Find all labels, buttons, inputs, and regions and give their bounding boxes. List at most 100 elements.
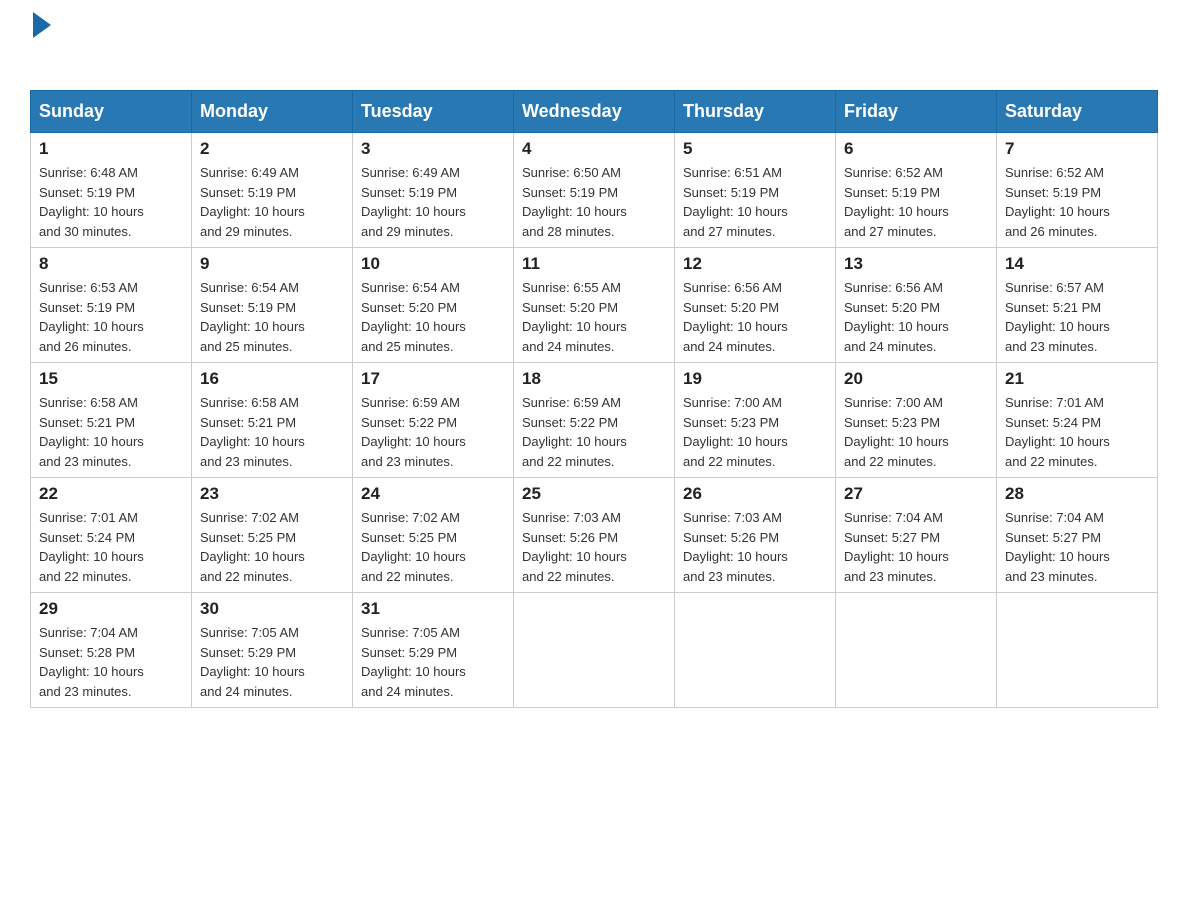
day-info: Sunrise: 7:03 AM Sunset: 5:26 PM Dayligh…: [522, 508, 666, 586]
day-number: 15: [39, 369, 183, 389]
day-info: Sunrise: 7:01 AM Sunset: 5:24 PM Dayligh…: [39, 508, 183, 586]
calendar-cell: 24 Sunrise: 7:02 AM Sunset: 5:25 PM Dayl…: [353, 478, 514, 593]
column-header-saturday: Saturday: [997, 91, 1158, 133]
calendar-cell: 30 Sunrise: 7:05 AM Sunset: 5:29 PM Dayl…: [192, 593, 353, 708]
day-number: 3: [361, 139, 505, 159]
day-info: Sunrise: 7:01 AM Sunset: 5:24 PM Dayligh…: [1005, 393, 1149, 471]
column-header-monday: Monday: [192, 91, 353, 133]
day-number: 17: [361, 369, 505, 389]
day-number: 23: [200, 484, 344, 504]
calendar-cell: 1 Sunrise: 6:48 AM Sunset: 5:19 PM Dayli…: [31, 133, 192, 248]
day-number: 28: [1005, 484, 1149, 504]
day-info: Sunrise: 7:04 AM Sunset: 5:27 PM Dayligh…: [844, 508, 988, 586]
day-info: Sunrise: 6:48 AM Sunset: 5:19 PM Dayligh…: [39, 163, 183, 241]
day-number: 19: [683, 369, 827, 389]
calendar-cell: [514, 593, 675, 708]
calendar-cell: 11 Sunrise: 6:55 AM Sunset: 5:20 PM Dayl…: [514, 248, 675, 363]
day-number: 1: [39, 139, 183, 159]
day-info: Sunrise: 6:51 AM Sunset: 5:19 PM Dayligh…: [683, 163, 827, 241]
day-number: 4: [522, 139, 666, 159]
calendar-cell: 5 Sunrise: 6:51 AM Sunset: 5:19 PM Dayli…: [675, 133, 836, 248]
day-info: Sunrise: 6:59 AM Sunset: 5:22 PM Dayligh…: [361, 393, 505, 471]
calendar-cell: 17 Sunrise: 6:59 AM Sunset: 5:22 PM Dayl…: [353, 363, 514, 478]
calendar-week-3: 15 Sunrise: 6:58 AM Sunset: 5:21 PM Dayl…: [31, 363, 1158, 478]
day-info: Sunrise: 7:04 AM Sunset: 5:28 PM Dayligh…: [39, 623, 183, 701]
column-header-friday: Friday: [836, 91, 997, 133]
logo-triangle-icon: [33, 12, 51, 38]
column-header-tuesday: Tuesday: [353, 91, 514, 133]
day-info: Sunrise: 7:05 AM Sunset: 5:29 PM Dayligh…: [361, 623, 505, 701]
day-info: Sunrise: 6:59 AM Sunset: 5:22 PM Dayligh…: [522, 393, 666, 471]
calendar-cell: 13 Sunrise: 6:56 AM Sunset: 5:20 PM Dayl…: [836, 248, 997, 363]
day-info: Sunrise: 6:49 AM Sunset: 5:19 PM Dayligh…: [200, 163, 344, 241]
calendar-cell: [836, 593, 997, 708]
day-info: Sunrise: 7:02 AM Sunset: 5:25 PM Dayligh…: [361, 508, 505, 586]
day-info: Sunrise: 6:58 AM Sunset: 5:21 PM Dayligh…: [200, 393, 344, 471]
day-number: 7: [1005, 139, 1149, 159]
day-info: Sunrise: 7:02 AM Sunset: 5:25 PM Dayligh…: [200, 508, 344, 586]
column-header-thursday: Thursday: [675, 91, 836, 133]
day-info: Sunrise: 7:04 AM Sunset: 5:27 PM Dayligh…: [1005, 508, 1149, 586]
day-info: Sunrise: 6:50 AM Sunset: 5:19 PM Dayligh…: [522, 163, 666, 241]
day-info: Sunrise: 7:03 AM Sunset: 5:26 PM Dayligh…: [683, 508, 827, 586]
day-number: 16: [200, 369, 344, 389]
day-number: 13: [844, 254, 988, 274]
calendar-cell: 2 Sunrise: 6:49 AM Sunset: 5:19 PM Dayli…: [192, 133, 353, 248]
calendar-cell: 21 Sunrise: 7:01 AM Sunset: 5:24 PM Dayl…: [997, 363, 1158, 478]
day-number: 10: [361, 254, 505, 274]
calendar-cell: 3 Sunrise: 6:49 AM Sunset: 5:19 PM Dayli…: [353, 133, 514, 248]
calendar-cell: [997, 593, 1158, 708]
calendar-cell: 23 Sunrise: 7:02 AM Sunset: 5:25 PM Dayl…: [192, 478, 353, 593]
day-number: 12: [683, 254, 827, 274]
calendar-week-5: 29 Sunrise: 7:04 AM Sunset: 5:28 PM Dayl…: [31, 593, 1158, 708]
day-info: Sunrise: 6:49 AM Sunset: 5:19 PM Dayligh…: [361, 163, 505, 241]
calendar-cell: 28 Sunrise: 7:04 AM Sunset: 5:27 PM Dayl…: [997, 478, 1158, 593]
day-number: 30: [200, 599, 344, 619]
calendar-week-1: 1 Sunrise: 6:48 AM Sunset: 5:19 PM Dayli…: [31, 133, 1158, 248]
calendar-cell: 27 Sunrise: 7:04 AM Sunset: 5:27 PM Dayl…: [836, 478, 997, 593]
day-info: Sunrise: 7:00 AM Sunset: 5:23 PM Dayligh…: [683, 393, 827, 471]
day-number: 26: [683, 484, 827, 504]
calendar-cell: [675, 593, 836, 708]
day-number: 8: [39, 254, 183, 274]
day-number: 25: [522, 484, 666, 504]
calendar-week-4: 22 Sunrise: 7:01 AM Sunset: 5:24 PM Dayl…: [31, 478, 1158, 593]
day-info: Sunrise: 6:53 AM Sunset: 5:19 PM Dayligh…: [39, 278, 183, 356]
column-header-wednesday: Wednesday: [514, 91, 675, 133]
calendar-cell: 16 Sunrise: 6:58 AM Sunset: 5:21 PM Dayl…: [192, 363, 353, 478]
calendar-cell: 14 Sunrise: 6:57 AM Sunset: 5:21 PM Dayl…: [997, 248, 1158, 363]
calendar-cell: 29 Sunrise: 7:04 AM Sunset: 5:28 PM Dayl…: [31, 593, 192, 708]
day-number: 11: [522, 254, 666, 274]
calendar-cell: 6 Sunrise: 6:52 AM Sunset: 5:19 PM Dayli…: [836, 133, 997, 248]
calendar-table: SundayMondayTuesdayWednesdayThursdayFrid…: [30, 90, 1158, 708]
day-number: 31: [361, 599, 505, 619]
calendar-cell: 20 Sunrise: 7:00 AM Sunset: 5:23 PM Dayl…: [836, 363, 997, 478]
day-number: 27: [844, 484, 988, 504]
day-info: Sunrise: 6:57 AM Sunset: 5:21 PM Dayligh…: [1005, 278, 1149, 356]
calendar-cell: 4 Sunrise: 6:50 AM Sunset: 5:19 PM Dayli…: [514, 133, 675, 248]
day-number: 5: [683, 139, 827, 159]
calendar-header-row: SundayMondayTuesdayWednesdayThursdayFrid…: [31, 91, 1158, 133]
calendar-cell: 31 Sunrise: 7:05 AM Sunset: 5:29 PM Dayl…: [353, 593, 514, 708]
day-info: Sunrise: 6:56 AM Sunset: 5:20 PM Dayligh…: [683, 278, 827, 356]
calendar-cell: 18 Sunrise: 6:59 AM Sunset: 5:22 PM Dayl…: [514, 363, 675, 478]
calendar-cell: 26 Sunrise: 7:03 AM Sunset: 5:26 PM Dayl…: [675, 478, 836, 593]
column-header-sunday: Sunday: [31, 91, 192, 133]
calendar-cell: 7 Sunrise: 6:52 AM Sunset: 5:19 PM Dayli…: [997, 133, 1158, 248]
day-number: 21: [1005, 369, 1149, 389]
day-number: 18: [522, 369, 666, 389]
calendar-cell: 10 Sunrise: 6:54 AM Sunset: 5:20 PM Dayl…: [353, 248, 514, 363]
day-number: 14: [1005, 254, 1149, 274]
day-info: Sunrise: 6:58 AM Sunset: 5:21 PM Dayligh…: [39, 393, 183, 471]
day-info: Sunrise: 6:56 AM Sunset: 5:20 PM Dayligh…: [844, 278, 988, 356]
calendar-cell: 22 Sunrise: 7:01 AM Sunset: 5:24 PM Dayl…: [31, 478, 192, 593]
day-number: 24: [361, 484, 505, 504]
day-number: 29: [39, 599, 183, 619]
calendar-week-2: 8 Sunrise: 6:53 AM Sunset: 5:19 PM Dayli…: [31, 248, 1158, 363]
day-info: Sunrise: 6:54 AM Sunset: 5:19 PM Dayligh…: [200, 278, 344, 356]
page-header: [30, 20, 1158, 70]
calendar-cell: 9 Sunrise: 6:54 AM Sunset: 5:19 PM Dayli…: [192, 248, 353, 363]
day-number: 9: [200, 254, 344, 274]
day-info: Sunrise: 7:00 AM Sunset: 5:23 PM Dayligh…: [844, 393, 988, 471]
calendar-cell: 12 Sunrise: 6:56 AM Sunset: 5:20 PM Dayl…: [675, 248, 836, 363]
